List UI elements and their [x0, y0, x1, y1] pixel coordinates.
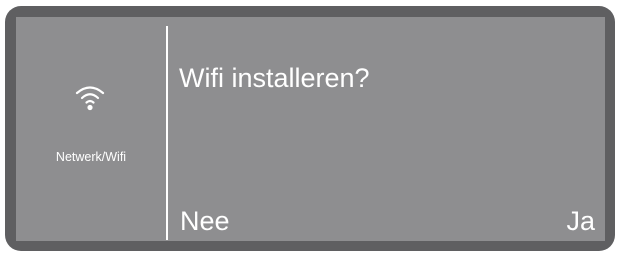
sidebar-label: Netwerk/Wifi	[55, 150, 127, 164]
prompt-text: Wifi installeren?	[179, 63, 370, 93]
sidebar: Netwerk/Wifi	[16, 17, 166, 241]
no-button[interactable]: Nee	[180, 206, 230, 237]
yes-button[interactable]: Ja	[566, 206, 595, 237]
display-screen: Netwerk/Wifi Wifi installeren? Nee Ja	[16, 17, 605, 241]
divider	[166, 26, 168, 240]
display-frame: Netwerk/Wifi Wifi installeren? Nee Ja	[5, 6, 615, 251]
wifi-icon	[75, 86, 105, 111]
